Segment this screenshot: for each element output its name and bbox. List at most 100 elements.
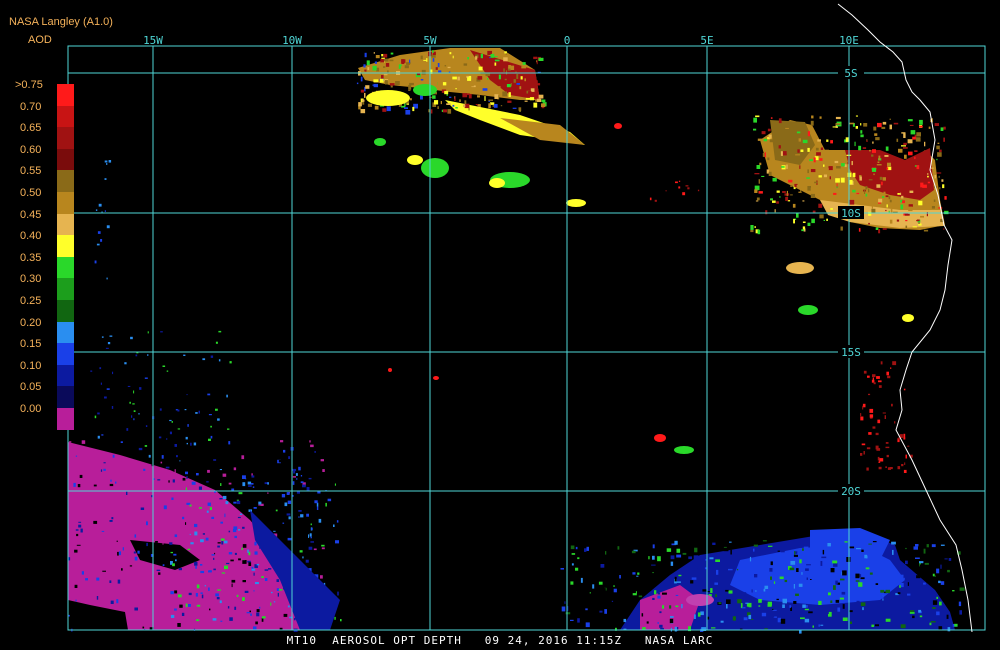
aerosol-speck (109, 580, 112, 583)
aerosol-speck (802, 604, 806, 608)
aerosol-speck (247, 560, 251, 563)
aerosol-speck (106, 163, 108, 165)
aerosol-speck (860, 453, 863, 456)
aerosol-speck (872, 426, 876, 429)
aerosol-speck (923, 582, 926, 585)
aerosol-speck (166, 438, 168, 440)
aerosol-speck (389, 83, 395, 86)
aerosol-speck (234, 535, 237, 539)
aerosol-speck (279, 588, 283, 591)
aerosol-speck (782, 604, 785, 608)
aerosol-speck (404, 107, 408, 109)
aerosol-speck (363, 64, 366, 68)
aerosol-speck (383, 58, 389, 62)
aerosol-speck (819, 555, 821, 559)
aerosol-speck (480, 108, 484, 111)
aerosol-speck (657, 556, 661, 562)
aerosol-speck (840, 578, 845, 581)
aerosol-speck (374, 61, 377, 64)
aerosol-speck (871, 208, 876, 213)
aerosol-speck (524, 78, 526, 82)
aerosol-speck (437, 81, 443, 86)
aerosol-speck (273, 530, 276, 532)
aerosol-speck (103, 468, 106, 471)
aerosol-speck (320, 575, 323, 579)
aerosol-speck (885, 146, 889, 151)
lon-label: 0 (564, 34, 571, 47)
aerosol-speck (938, 175, 940, 178)
aerosol-speck (750, 225, 754, 230)
aerosol-speck (804, 618, 810, 623)
aerosol-speck (217, 418, 220, 421)
aerosol-speck (789, 605, 792, 608)
aerosol-speck (537, 83, 541, 86)
aerosol-speck (800, 190, 802, 193)
aerosol-speck (583, 598, 585, 603)
aerosol-speck (880, 361, 883, 365)
aerosol-speck (100, 382, 102, 385)
aerosol-speck (375, 55, 380, 59)
aerosol-speck (293, 617, 296, 621)
aerosol-speck (781, 542, 787, 547)
aerosol-speck (367, 67, 370, 71)
aerosol-speck (175, 559, 177, 562)
aerosol-speck (286, 513, 291, 516)
aerosol-speck (801, 572, 803, 575)
aerosol-speck (213, 459, 217, 461)
aerosol-speck (101, 336, 104, 338)
aerosol-speck (308, 477, 312, 480)
aerosol-speck (73, 482, 76, 487)
aerosol-speck (772, 615, 775, 618)
aerosol-speck (931, 544, 936, 548)
aerosol-speck (623, 618, 627, 623)
aerosol-speck (772, 200, 776, 203)
aerosol-speck (756, 165, 761, 169)
aerosol-speck (940, 564, 942, 569)
aerosol-speck (93, 484, 97, 487)
aerosol-speck (215, 593, 219, 597)
aerosol-speck (897, 193, 900, 195)
aerosol-speck (288, 456, 291, 459)
aerosol-speck (576, 592, 579, 596)
aerosol-speck (842, 617, 848, 621)
aerosol-speck (432, 50, 434, 53)
aerosol-speck (179, 604, 183, 608)
aerosol-speck (269, 621, 271, 623)
aerosol-speck (204, 585, 206, 587)
aerosol-speck (488, 99, 493, 101)
aerosol-speck (109, 483, 114, 487)
aerosol-speck (139, 387, 142, 390)
aerosol-speck (858, 228, 861, 232)
aerosol-speck (268, 568, 272, 570)
aerosol-speck (919, 615, 923, 618)
aerosol-speck (503, 68, 505, 72)
aerosol-speck (469, 84, 474, 87)
aerosol-speck (754, 226, 756, 228)
aerosol-speck (907, 119, 913, 122)
aerosol-speck (230, 559, 234, 562)
colorbar-label: 0.20 (20, 316, 42, 329)
colorbar-swatch (57, 213, 74, 236)
aerosol-speck (577, 618, 580, 623)
aerosol-patch (798, 305, 818, 315)
aerosol-speck (236, 500, 241, 505)
aerosol-speck (881, 181, 883, 186)
colorbar-swatch (57, 170, 74, 193)
aerosol-speck (793, 601, 797, 604)
aerosol-speck (730, 549, 732, 555)
aerosol-speck (817, 139, 821, 142)
aerosol-speck (231, 488, 235, 491)
aerosol-speck (886, 208, 889, 213)
aerosol-speck (773, 581, 776, 584)
aerosol-speck (241, 455, 245, 460)
aerosol-speck (676, 548, 681, 553)
aerosol-speck (899, 585, 901, 588)
aerosol-speck (770, 576, 772, 580)
aerosol-speck (864, 554, 867, 559)
aerosol-speck (188, 592, 192, 596)
aerosol-speck (160, 461, 163, 464)
aerosol-speck (208, 414, 212, 416)
aerosol-speck (186, 442, 188, 445)
aerosol-speck (267, 492, 269, 494)
aerosol-speck (814, 163, 817, 166)
